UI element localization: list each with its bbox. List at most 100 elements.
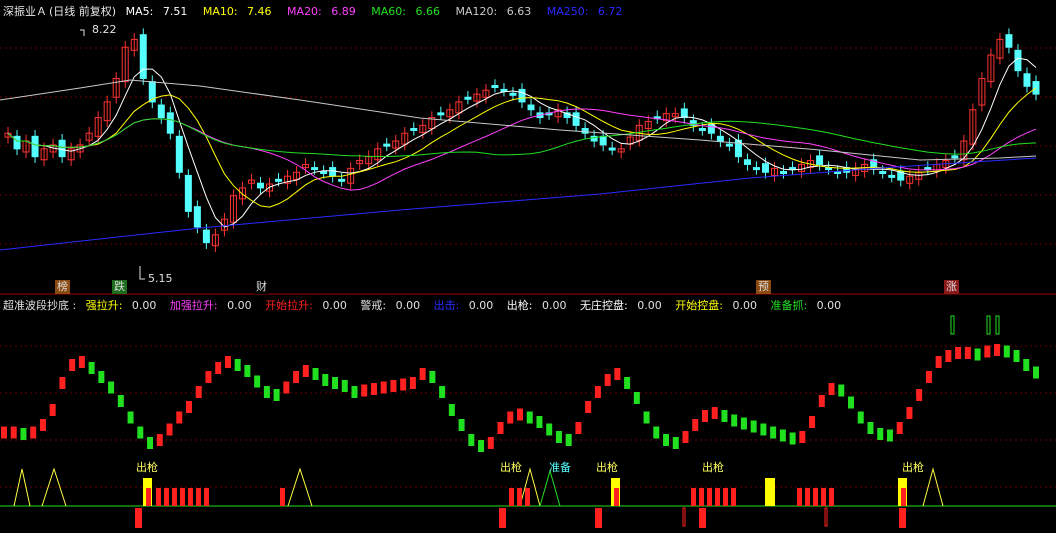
event-tag[interactable]: 财 — [254, 280, 269, 294]
candle-body — [780, 170, 788, 174]
yellow-signal-bar — [143, 478, 152, 506]
oscillator-bar — [555, 431, 562, 443]
event-tag[interactable]: 榜 — [55, 280, 70, 294]
oscillator-bar — [429, 371, 436, 383]
indicator-value: 0.00 — [538, 299, 567, 312]
oscillator-bar — [205, 371, 212, 383]
oscillator-bar — [302, 365, 309, 377]
indicator-legend-item: 出击: 0.00 — [430, 299, 499, 312]
indicator-value: 0.00 — [128, 299, 157, 312]
oscillator-bar — [526, 411, 533, 424]
candle-body — [1005, 34, 1013, 48]
oscillator-bar — [925, 371, 932, 383]
oscillator-bar — [711, 407, 718, 419]
oscillator-bar — [750, 420, 757, 433]
event-tag[interactable]: 跌 — [112, 280, 127, 294]
oscillator-bar — [536, 416, 543, 428]
red-signal-bar — [188, 488, 193, 506]
oscillator-bar — [156, 434, 163, 446]
oscillator-bar — [955, 347, 962, 359]
oscillator-bar — [195, 386, 202, 398]
red-signal-bar — [172, 488, 177, 506]
oscillator-bar — [341, 380, 348, 392]
oscillator-bar — [877, 428, 884, 440]
candle-body — [410, 128, 418, 132]
high-marker — [80, 29, 85, 36]
oscillator-bar — [916, 389, 923, 401]
candle-body — [707, 124, 715, 134]
oscillator-bar — [234, 359, 241, 371]
oscillator-bar — [935, 356, 942, 368]
oscillator-bar — [409, 377, 416, 389]
signal-triangle — [539, 469, 561, 507]
indicator-value: 0.00 — [318, 299, 347, 312]
red-signal-bar — [901, 488, 906, 506]
red-base-bar — [499, 508, 506, 528]
low-marker — [139, 266, 145, 280]
ma60-line — [7, 118, 1037, 158]
red-signal-bar — [509, 488, 514, 506]
candle-body — [1023, 73, 1031, 87]
candle-body — [680, 108, 688, 119]
oscillator-bar — [585, 401, 592, 413]
oscillator-bar — [663, 434, 670, 446]
oscillator-bar — [848, 396, 855, 409]
indicator-legend-item: 准备抓: 0.00 — [767, 299, 847, 312]
oscillator-bar — [273, 389, 280, 401]
oscillator-bar — [1, 426, 7, 439]
yellow-signal-bar — [765, 478, 775, 506]
oscillator-bar — [731, 414, 738, 427]
oscillator-bar — [30, 426, 37, 439]
ma20-line — [7, 108, 1037, 191]
oscillator-bar — [624, 377, 631, 389]
signal-triangle — [287, 467, 313, 507]
oscillator-bar — [78, 356, 85, 368]
oscillator-bar — [380, 381, 387, 394]
candle-body — [951, 155, 959, 159]
candle-body — [500, 88, 508, 92]
candle-body — [329, 167, 337, 177]
red-signal-bar — [821, 488, 826, 506]
red-base-bar — [699, 508, 706, 528]
oscillator-bar — [448, 404, 455, 416]
oscillator-bar — [643, 411, 650, 424]
red-signal-bar — [797, 488, 802, 506]
oscillator-bar — [565, 434, 572, 446]
oscillator-bar — [575, 422, 582, 434]
candle-body — [924, 167, 932, 171]
candle-body — [320, 170, 328, 174]
event-tag[interactable]: 预 — [756, 280, 771, 294]
low-price-label: 5.15 — [148, 272, 173, 285]
indicator-legend-item: 加强拉升: 0.00 — [166, 299, 257, 312]
oscillator-bar — [653, 426, 660, 439]
red-signal-bar — [146, 488, 151, 506]
candle-body — [338, 178, 346, 182]
oscillator-bar — [818, 395, 825, 407]
candle-body — [157, 104, 165, 119]
oscillator-bar — [166, 423, 173, 436]
red-signal-bar — [731, 488, 736, 506]
oscillator-bar — [1013, 350, 1020, 362]
oscillator-bar — [478, 440, 485, 452]
oscillator-bar — [945, 350, 952, 362]
indicator-label: 开始控盘: — [675, 299, 723, 312]
indicator-label: 出枪: — [506, 299, 533, 312]
candle-body — [31, 135, 39, 158]
high-price-label: 8.22 — [92, 23, 117, 36]
red-base-bar — [899, 508, 906, 528]
stock-chart-window: 深振业Ａ (日线 前复权) MA5: 7.51 MA10: 7.46 MA20: … — [0, 0, 1056, 533]
candle-body — [698, 128, 706, 132]
red-signal-bar — [517, 488, 522, 506]
candle-body — [175, 135, 183, 173]
oscillator-bar — [361, 384, 368, 397]
indicator-legend-item: 开始拉升: 0.00 — [262, 299, 353, 312]
event-tag[interactable]: 涨 — [944, 280, 959, 294]
indicator-legend-item: 强拉升: 0.00 — [86, 299, 163, 312]
candle-body — [599, 135, 607, 146]
green-signal-bar — [986, 315, 991, 335]
red-signal-bar — [707, 488, 712, 506]
oscillator-bar — [98, 371, 105, 383]
candle-body — [13, 135, 21, 150]
oscillator-bar — [224, 356, 231, 368]
candlestick-chart[interactable] — [0, 0, 1056, 296]
